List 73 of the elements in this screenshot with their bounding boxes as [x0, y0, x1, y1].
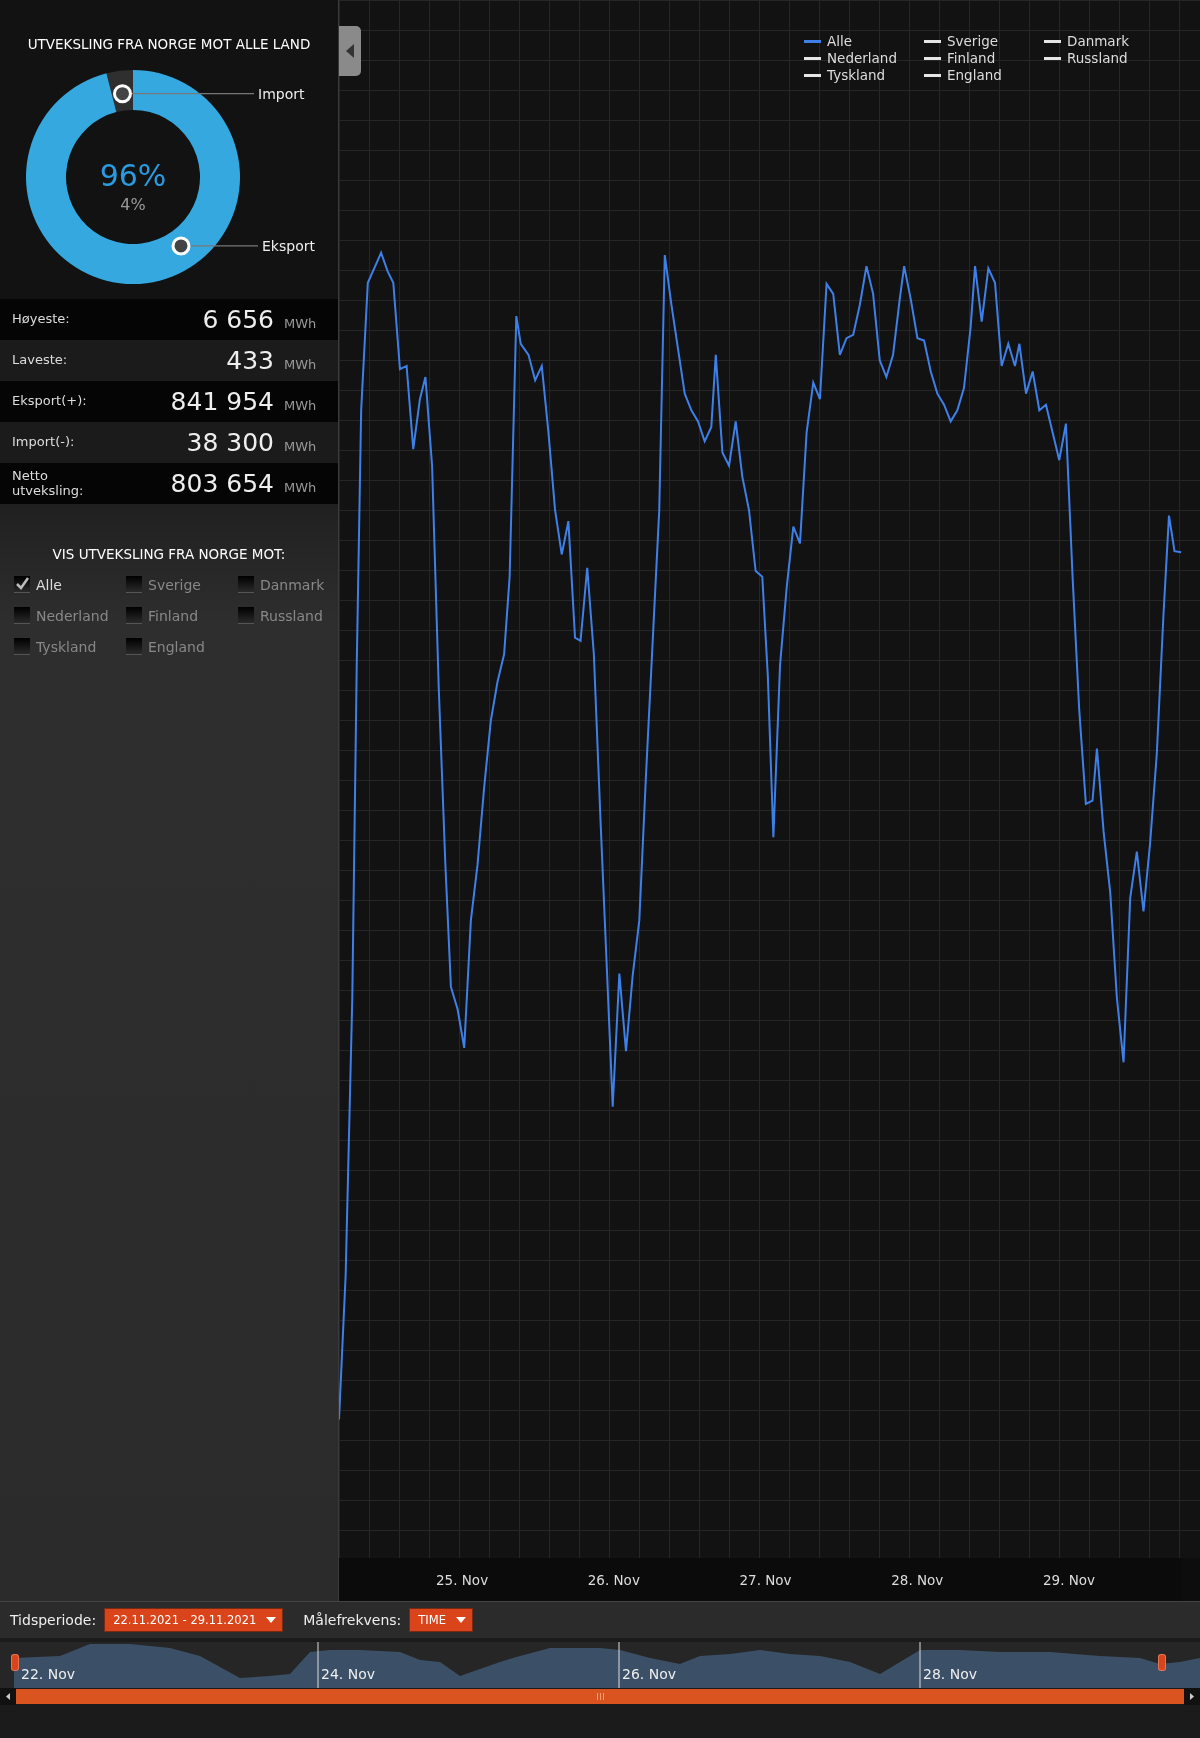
scroll-left-button[interactable]	[0, 1688, 16, 1705]
navigator-label: 24. Nov	[321, 1666, 376, 1682]
country-option[interactable]: Alle	[14, 576, 126, 593]
scroll-right-button[interactable]	[1184, 1688, 1200, 1705]
checkbox-icon[interactable]	[14, 638, 30, 655]
import-percent: 4%	[120, 195, 146, 214]
axis-label: 28. Nov	[891, 1572, 944, 1588]
country-option[interactable]: Nederland	[14, 607, 126, 624]
legend-item[interactable]: Sverige	[924, 33, 1044, 49]
period-dropdown[interactable]: 22.11.2021 - 29.11.2021	[104, 1608, 284, 1632]
country-option[interactable]: Sverige	[126, 576, 238, 593]
legend-item[interactable]: Russland	[1044, 50, 1144, 66]
legend-item[interactable]: Nederland	[804, 50, 924, 66]
stat-value: 38 300	[185, 428, 274, 457]
period-label: Tidsperiode:	[10, 1612, 97, 1628]
checkbox-icon[interactable]	[238, 607, 254, 624]
marker-icon	[171, 236, 191, 256]
scrollbar-thumb[interactable]	[16, 1689, 1184, 1704]
marker-icon	[112, 84, 132, 104]
triangle-icon	[346, 44, 354, 58]
right-arrow-icon	[1190, 1693, 1194, 1700]
stat-value: 6 656	[201, 305, 274, 334]
slice-label: Eksport	[262, 237, 315, 254]
axis-label: 27. Nov	[739, 1572, 792, 1588]
checkbox-icon[interactable]	[14, 607, 30, 624]
axis-label: 29. Nov	[1043, 1572, 1096, 1588]
stat-value: 433	[225, 346, 274, 375]
stat-value: 803 654	[169, 469, 274, 498]
legend-item[interactable]: England	[924, 67, 1044, 83]
range-handle[interactable]	[1158, 1654, 1166, 1671]
checkbox-icon[interactable]	[126, 638, 142, 655]
axis-label: 25. Nov	[436, 1572, 489, 1588]
left-arrow-icon	[6, 1693, 10, 1700]
stat-unit: MWh	[284, 398, 318, 413]
axis-label: 26. Nov	[587, 1572, 640, 1588]
navigator-label: 28. Nov	[923, 1666, 978, 1682]
filter-title: VIS UTVEKSLING FRA NORGE MOT:	[52, 546, 286, 562]
checkbox-icon[interactable]	[238, 576, 254, 593]
caret-icon	[266, 1617, 277, 1623]
country-option[interactable]: Tyskland	[14, 638, 126, 655]
slice-label: Import	[258, 85, 305, 102]
stat-unit: MWh	[284, 316, 318, 331]
stat-unit: MWh	[284, 439, 318, 454]
country-option[interactable]: Finland	[126, 607, 238, 624]
stat-value: 841 954	[169, 387, 274, 416]
frequency-dropdown[interactable]: TIME	[409, 1608, 473, 1632]
stat-label: Netto utveksling:	[12, 468, 85, 499]
legend-item[interactable]: Alle	[804, 33, 924, 49]
collapse-button[interactable]	[339, 26, 361, 76]
stat-label: Laveste:	[12, 353, 69, 368]
stat-unit: MWh	[284, 357, 318, 372]
stat-label: Høyeste:	[12, 312, 71, 327]
caret-icon	[455, 1617, 466, 1623]
country-option[interactable]: Danmark	[238, 576, 338, 593]
stat-label: Eksport(+):	[12, 394, 88, 409]
export-percent: 96%	[99, 158, 167, 193]
checkbox-icon[interactable]	[126, 607, 142, 624]
range-handle[interactable]	[11, 1654, 19, 1671]
stat-unit: MWh	[284, 480, 318, 495]
frequency-label: Målefrekvens:	[303, 1612, 402, 1628]
stat-label: Import(-):	[12, 435, 76, 450]
legend-item[interactable]: Tyskland	[804, 67, 924, 83]
country-option[interactable]: England	[126, 638, 238, 655]
navigator-label: 26. Nov	[622, 1666, 677, 1682]
checkbox-icon[interactable]	[126, 576, 142, 593]
grip-icon	[596, 1693, 604, 1700]
navigator-label: 22. Nov	[21, 1666, 76, 1682]
country-option[interactable]: Russland	[238, 607, 338, 624]
legend-item[interactable]: Finland	[924, 50, 1044, 66]
legend-item[interactable]: Danmark	[1044, 33, 1144, 49]
panel-title: UTVEKSLING FRA NORGE MOT ALLE LAND	[27, 36, 311, 52]
checkbox-icon[interactable]	[14, 576, 30, 593]
leader-line	[189, 245, 259, 247]
